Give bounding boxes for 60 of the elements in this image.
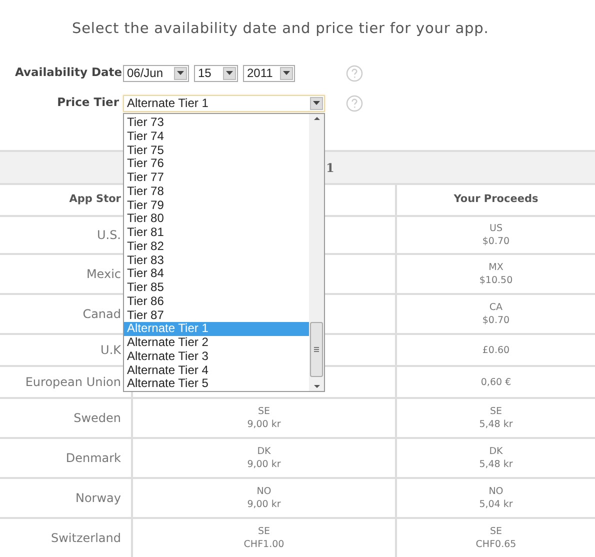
dropdown-option[interactable]: Tier 81 [124, 226, 309, 240]
country-name: Mexic [86, 266, 121, 283]
dropdown-option[interactable]: Alternate Tier 2 [124, 336, 309, 350]
date-select[interactable]: 06/Jun [123, 64, 189, 82]
dropdown-option[interactable]: Tier 74 [124, 130, 309, 144]
price-value: NO 5,04 kr [479, 485, 513, 511]
country-name: Norway [75, 490, 121, 507]
dropdown-option[interactable]: Tier 77 [124, 171, 309, 185]
price-value: SE CHF1.00 [244, 525, 284, 551]
price-value: CA $0.70 [482, 301, 510, 327]
dropdown-option[interactable]: Alternate Tier 3 [124, 350, 309, 364]
dropdown-option[interactable]: Tier 79 [124, 198, 309, 212]
table-title: 1 [326, 160, 334, 176]
price-value: SE 5,48 kr [479, 405, 513, 431]
heading: Select the availability date and price tier for your app. [72, 21, 489, 37]
caret-icon [177, 71, 184, 75]
dropdown-option[interactable]: Tier 78 [124, 184, 309, 198]
date-select[interactable]: 15 [194, 64, 238, 82]
field-label: Price Tier [56, 94, 120, 112]
dropdown-option[interactable]: Tier 75 [124, 144, 309, 158]
column-header: App Stor [69, 192, 121, 208]
caret-icon [313, 101, 320, 105]
price-tier-select[interactable]: Alternate Tier 1 [123, 94, 325, 112]
price-value: £0.60 [482, 344, 510, 356]
country-name: U.K [100, 342, 121, 359]
scroll-thumb[interactable] [310, 322, 323, 377]
dropdown-option[interactable]: Tier 84 [124, 267, 309, 281]
grip-icon [314, 347, 319, 352]
dropdown-option[interactable]: Tier 82 [124, 240, 309, 254]
price-value: 0,60 € [480, 376, 512, 388]
country-name: Switzerland [51, 530, 121, 547]
caret-icon [226, 71, 233, 75]
caret-icon [283, 71, 290, 75]
price-value: SE 9,00 kr [247, 405, 281, 431]
country-name: Canad [82, 306, 121, 323]
price-value: DK 5,48 kr [479, 445, 513, 471]
scroll-up-icon[interactable] [314, 117, 320, 120]
country-name: Sweden [74, 410, 121, 427]
dropdown-option[interactable]: Tier 76 [124, 157, 309, 171]
country-name: Denmark [66, 450, 121, 467]
date-select[interactable]: 2011 [243, 64, 295, 82]
dropdown-option[interactable]: Tier 86 [124, 294, 309, 308]
scrollbar[interactable] [309, 114, 324, 391]
dropdown-option[interactable]: Alternate Tier 5 [124, 377, 309, 391]
price-value: MX $10.50 [479, 261, 513, 287]
field-label: Availability Date [14, 64, 123, 82]
dropdown-option[interactable]: Tier 73 [124, 116, 309, 130]
column-header: Your Proceeds [454, 192, 538, 208]
dropdown-option[interactable]: Tier 85 [124, 281, 309, 295]
price-value: US $0.70 [482, 222, 510, 248]
country-name: U.S. [96, 227, 121, 244]
dropdown-option[interactable]: Tier 87 [124, 308, 309, 322]
dropdown-option[interactable]: Alternate Tier 4 [124, 364, 309, 378]
country-name: European Union [25, 374, 121, 391]
dropdown-option[interactable]: Tier 80 [124, 212, 309, 226]
scroll-down-icon[interactable] [314, 385, 320, 388]
price-value: NO 9,00 kr [247, 485, 281, 511]
price-value: DK 9,00 kr [247, 445, 281, 471]
dropdown-option[interactable]: Tier 83 [124, 254, 309, 268]
price-value: SE CHF0.65 [476, 525, 516, 551]
